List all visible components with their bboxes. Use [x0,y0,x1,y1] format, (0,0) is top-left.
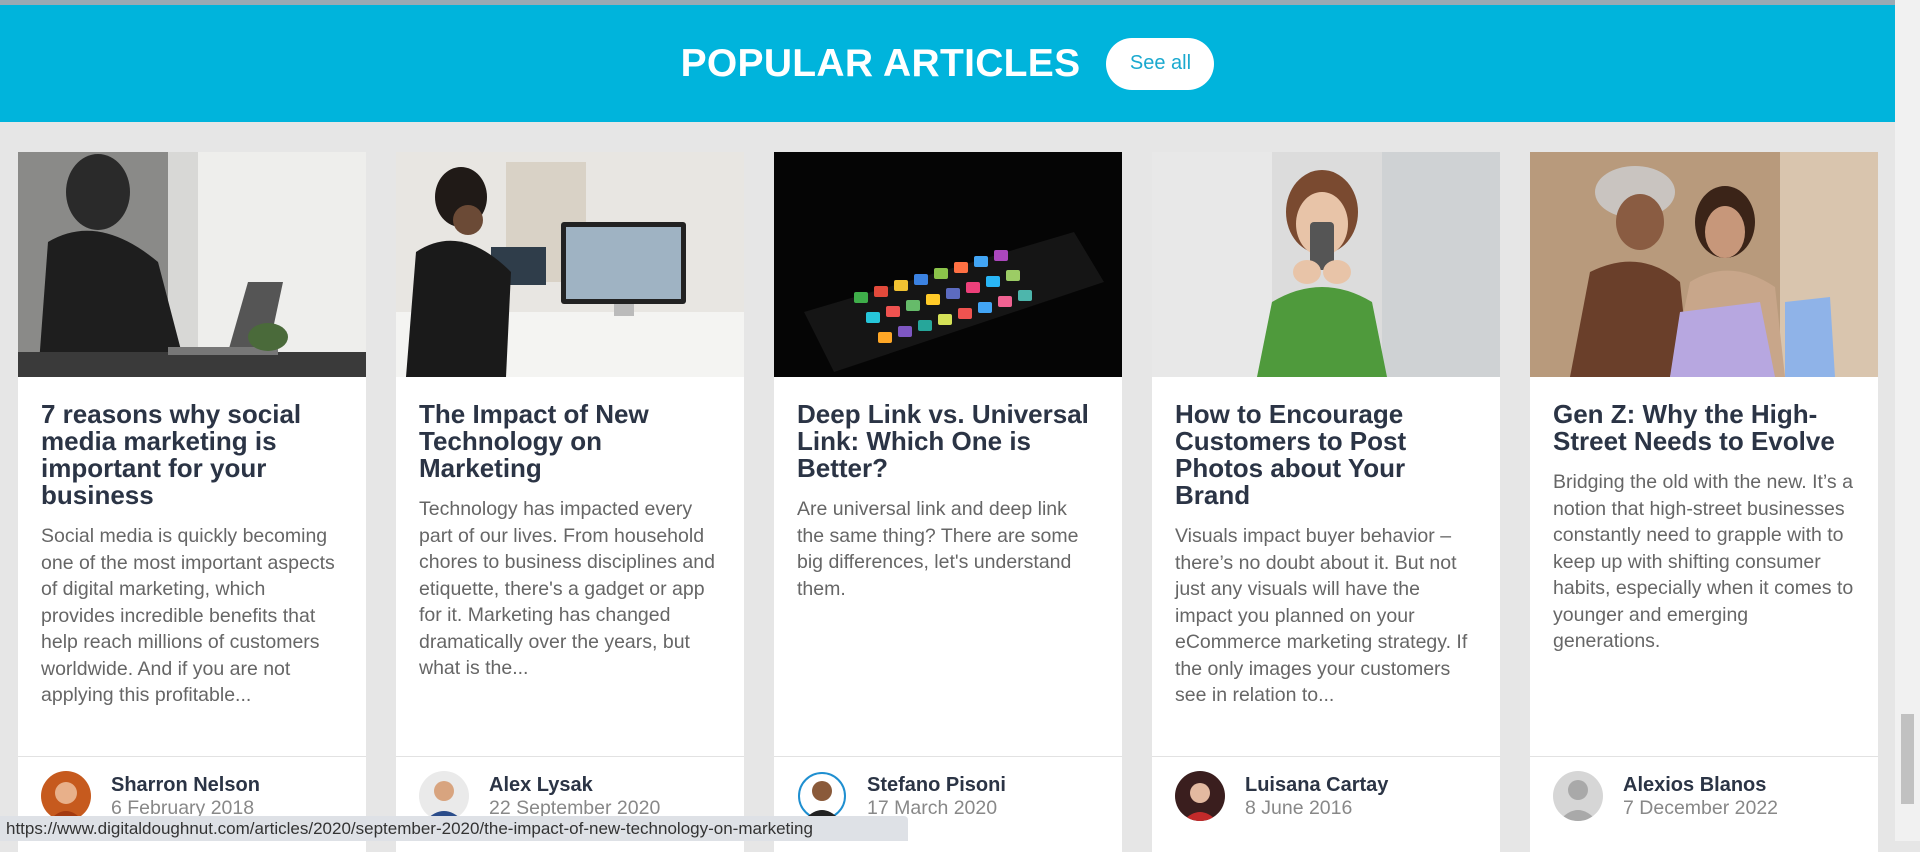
author-name[interactable]: Luisana Cartay [1245,774,1388,797]
section-title: POPULAR ARTICLES [680,41,1081,85]
article-excerpt: Technology has impacted every part of ou… [419,498,715,679]
article-card[interactable]: Gen Z: Why the High-Street Needs to Evol… [1530,152,1878,852]
author-avatar[interactable] [1175,771,1225,821]
article-excerpt: Bridging the old with the new. It’s a no… [1553,471,1854,652]
articles-list: 7 reasons why social media marketing is … [18,152,1878,852]
article-image[interactable] [1530,152,1878,377]
article-card[interactable]: How to Encourage Customers to Post Photo… [1152,152,1500,852]
page-scrollbar[interactable] [1895,0,1920,841]
link-status-bar: https://www.digitaldoughnut.com/articles… [0,816,908,841]
article-image[interactable] [396,152,744,377]
article-card[interactable]: Deep Link vs. Universal Link: Which One … [774,152,1122,852]
article-author: Stefano Pisoni 17 March 2020 [774,756,1122,821]
article-card[interactable]: The Impact of New Technology on Marketin… [396,152,744,852]
article-title[interactable]: Deep Link vs. Universal Link: Which One … [797,401,1099,482]
author-avatar[interactable] [419,771,469,821]
article-title[interactable]: 7 reasons why social media marketing is … [41,401,343,509]
author-name[interactable]: Stefano Pisoni [867,774,1006,797]
article-title[interactable]: How to Encourage Customers to Post Photo… [1175,401,1477,509]
see-all-button[interactable]: See all [1106,37,1215,90]
author-avatar[interactable] [41,771,91,821]
article-image[interactable] [1152,152,1500,377]
article-title[interactable]: Gen Z: Why the High-Street Needs to Evol… [1553,401,1855,455]
article-excerpt: Visuals impact buyer behavior – there’s … [1175,525,1468,706]
article-image[interactable] [18,152,366,377]
author-name[interactable]: Alex Lysak [489,774,593,797]
author-name[interactable]: Sharron Nelson [111,774,260,797]
article-author: Alexios Blanos 7 December 2022 [1530,756,1878,821]
author-name[interactable]: Alexios Blanos [1623,774,1766,797]
article-excerpt: Are universal link and deep link the sam… [797,498,1079,600]
popular-articles-banner: POPULAR ARTICLES See all [0,5,1895,122]
scrollbar-thumb[interactable] [1901,714,1914,804]
article-date: 7 December 2022 [1623,797,1779,819]
article-date: 8 June 2016 [1245,797,1353,819]
article-image[interactable] [774,152,1122,377]
author-avatar[interactable] [1553,771,1603,821]
article-author: Sharron Nelson 6 February 2018 [18,756,366,821]
article-card[interactable]: 7 reasons why social media marketing is … [18,152,366,852]
article-author: Alex Lysak 22 September 2020 [396,756,744,821]
author-avatar[interactable] [797,771,847,821]
article-title[interactable]: The Impact of New Technology on Marketin… [419,401,721,482]
article-excerpt: Social media is quickly becoming one of … [41,525,335,706]
article-author: Luisana Cartay 8 June 2016 [1152,756,1500,821]
